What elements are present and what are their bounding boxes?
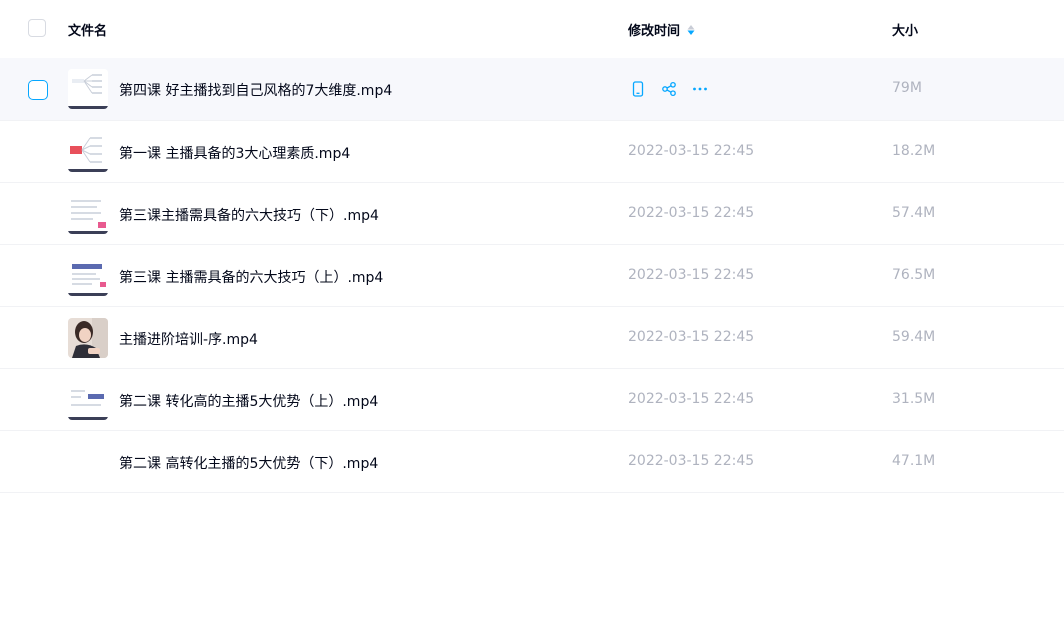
share-icon[interactable] <box>659 79 679 99</box>
mindmap-icon <box>68 132 108 172</box>
slide-icon <box>68 380 108 420</box>
file-name[interactable]: 第三课主播需具备的六大技巧（下）.mp4 <box>119 205 379 225</box>
column-header-size[interactable]: 大小 <box>892 20 918 39</box>
column-header-filename[interactable]: 文件名 <box>68 20 107 39</box>
table-row[interactable]: 第二课 转化高的主播5大优势（上）.mp4 2022-03-15 22:45 3… <box>0 369 1064 431</box>
column-header-modified-time[interactable]: 修改时间 <box>628 20 696 39</box>
file-size: 31.5M <box>892 391 936 407</box>
row-checkbox[interactable] <box>28 80 48 100</box>
file-name[interactable]: 第一课 主播具备的3大心理素质.mp4 <box>119 143 350 163</box>
file-size: 76.5M <box>892 267 936 283</box>
table-header: 文件名 修改时间 大小 <box>0 0 1064 58</box>
table-row[interactable]: 第一课 主播具备的3大心理素质.mp4 2022-03-15 22:45 18.… <box>0 121 1064 183</box>
more-icon[interactable] <box>690 79 710 99</box>
sort-icon[interactable] <box>686 22 696 38</box>
table-row[interactable]: 第三课主播需具备的六大技巧（下）.mp4 2022-03-15 22:45 57… <box>0 183 1064 245</box>
file-size: 79M <box>892 80 922 96</box>
phone-icon[interactable] <box>628 79 648 99</box>
row-actions <box>628 79 721 99</box>
file-size: 57.4M <box>892 205 936 221</box>
table-row[interactable]: 第三课 主播需具备的六大技巧（上）.mp4 2022-03-15 22:45 7… <box>0 245 1064 307</box>
table-row[interactable]: 第四课 好主播找到自己风格的7大维度.mp4 79M <box>0 58 1064 121</box>
modified-time: 2022-03-15 22:45 <box>628 391 755 407</box>
modified-time: 2022-03-15 22:45 <box>628 143 755 159</box>
column-header-modified-time-label: 修改时间 <box>628 24 681 39</box>
modified-time: 2022-03-15 22:45 <box>628 205 755 221</box>
slide-icon <box>68 256 108 296</box>
modified-time: 2022-03-15 22:45 <box>628 453 755 469</box>
file-name[interactable]: 第三课 主播需具备的六大技巧（上）.mp4 <box>119 267 383 287</box>
file-name[interactable]: 第四课 好主播找到自己风格的7大维度.mp4 <box>119 80 392 100</box>
file-size: 18.2M <box>892 143 936 159</box>
modified-time: 2022-03-15 22:45 <box>628 329 755 345</box>
table-row[interactable]: 主播进阶培训-序.mp4 2022-03-15 22:45 59.4M <box>0 307 1064 369</box>
modified-time: 2022-03-15 22:45 <box>628 267 755 283</box>
file-name[interactable]: 主播进阶培训-序.mp4 <box>119 329 258 349</box>
select-all-checkbox[interactable] <box>28 19 46 37</box>
slide-icon <box>68 194 108 234</box>
file-list-table: 文件名 修改时间 大小 第四课 好主播找到自己风格的7大维度.mp4 79M 第… <box>0 0 1064 493</box>
file-name[interactable]: 第二课 转化高的主播5大优势（上）.mp4 <box>119 391 378 411</box>
file-size: 47.1M <box>892 453 936 469</box>
mindmap-icon <box>68 69 108 109</box>
table-row[interactable]: 第二课 高转化主播的5大优势（下）.mp4 2022-03-15 22:45 4… <box>0 431 1064 493</box>
file-name[interactable]: 第二课 高转化主播的5大优势（下）.mp4 <box>119 453 378 473</box>
file-size: 59.4M <box>892 329 936 345</box>
photo-icon <box>68 318 108 358</box>
